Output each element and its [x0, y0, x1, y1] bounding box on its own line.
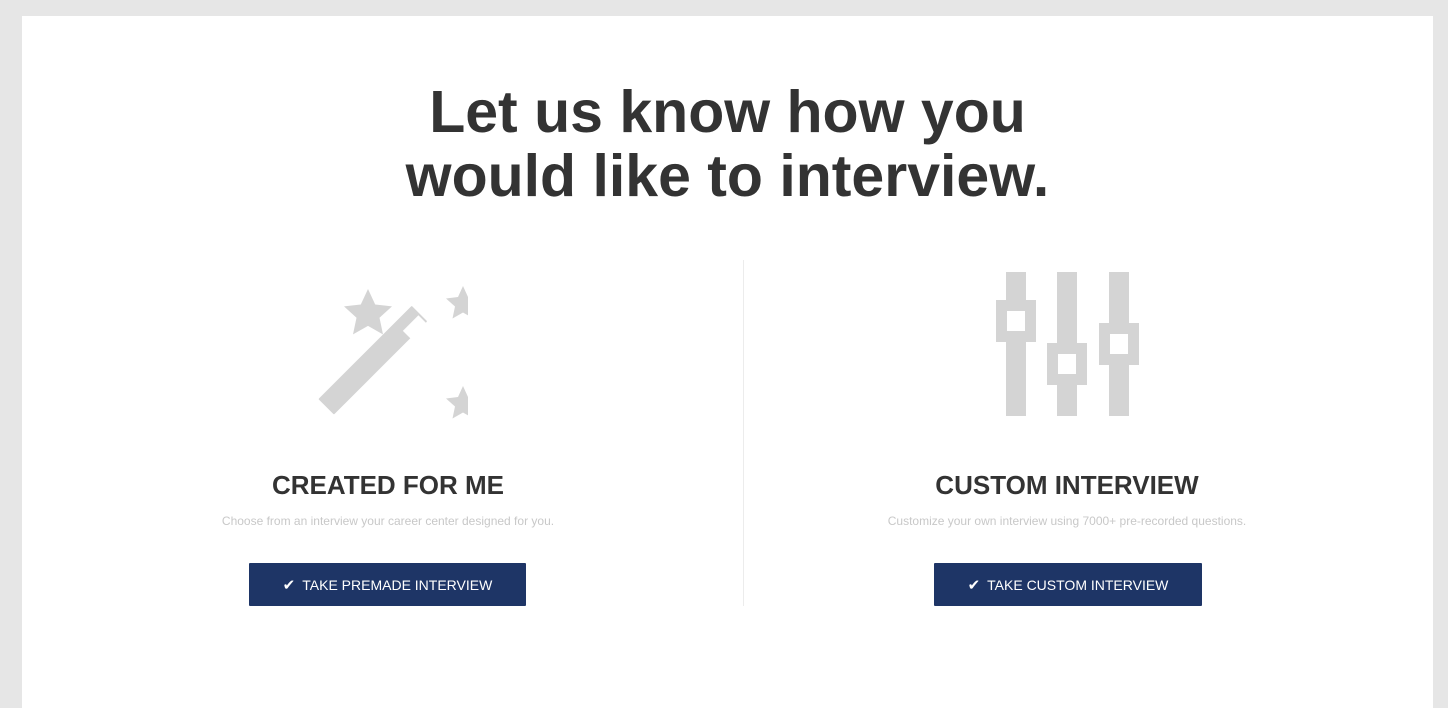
take-premade-interview-label: TAKE PREMADE INTERVIEW: [302, 576, 493, 593]
checkmark-icon: ✔: [967, 576, 981, 594]
take-custom-interview-label: TAKE CUSTOM INTERVIEW: [987, 576, 1169, 593]
premade-option-description: Choose from an interview your career cen…: [221, 514, 555, 528]
take-custom-interview-button[interactable]: ✔ TAKE CUSTOM INTERVIEW: [934, 563, 1202, 606]
take-premade-interview-button[interactable]: ✔ TAKE PREMADE INTERVIEW: [249, 563, 526, 606]
checkmark-icon: ✔: [282, 576, 296, 594]
page-title-line-2: would like to interview.: [405, 143, 1050, 209]
custom-option-title: CUSTOM INTERVIEW: [935, 470, 1199, 500]
custom-option-description: Customize your own interview using 7000+…: [887, 514, 1247, 528]
magic-wand-icon: [48, 266, 728, 426]
custom-interview-option: CUSTOM INTERVIEW Customize your own inte…: [727, 266, 1407, 616]
premade-interview-option: CREATED FOR ME Choose from an interview …: [48, 266, 728, 616]
page-title-line-1: Let us know how you: [429, 79, 1026, 145]
sliders-icon: [727, 266, 1407, 426]
page-title: Let us know how you would like to interv…: [22, 80, 1433, 208]
premade-option-title: CREATED FOR ME: [271, 470, 505, 500]
main-panel: Let us know how you would like to interv…: [22, 16, 1433, 708]
